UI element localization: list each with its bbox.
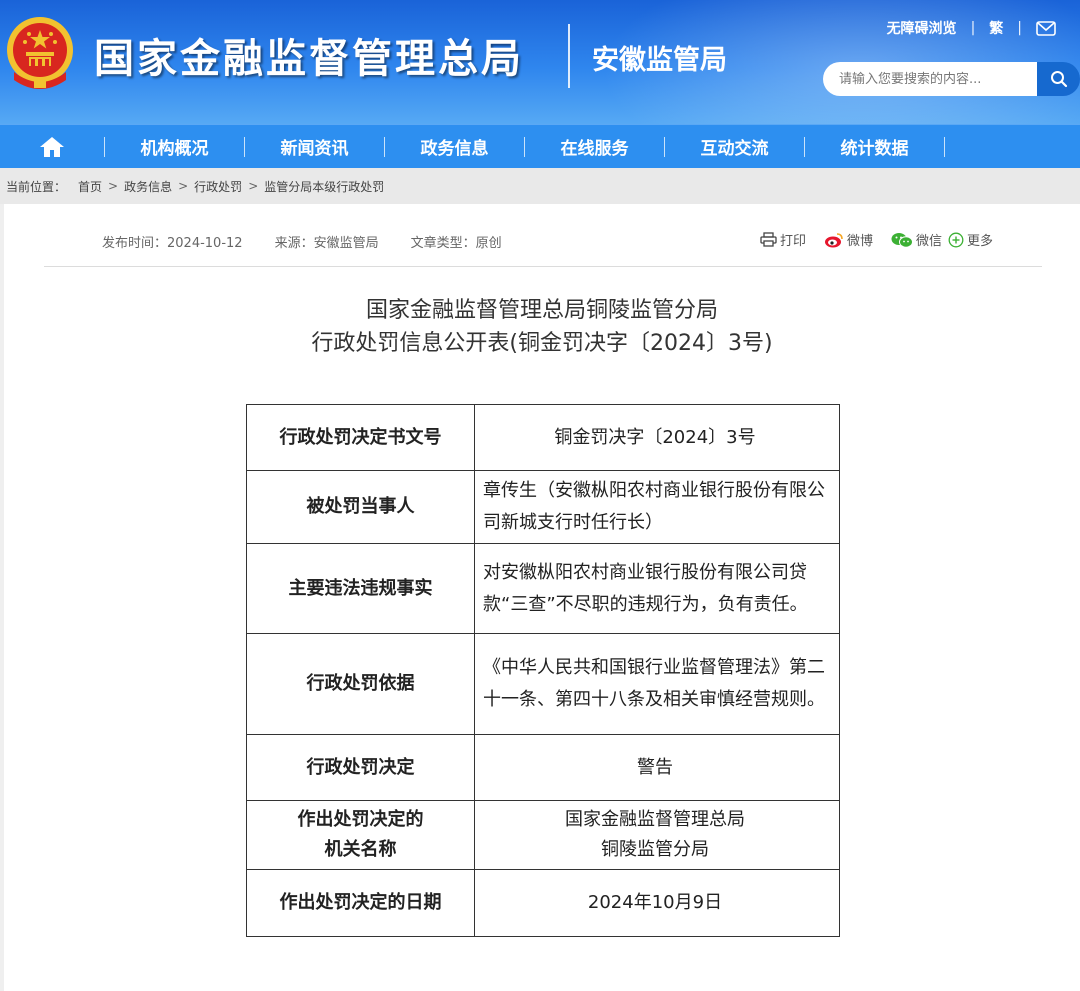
table-row: 作出处罚决定的 机关名称 国家金融监督管理总局 铜陵监管分局 (246, 800, 840, 870)
nav-item-news[interactable]: 新闻资讯 (245, 125, 384, 169)
table-key: 被处罚当事人 (246, 470, 475, 544)
table-key: 行政处罚依据 (246, 633, 475, 735)
table-key-line: 机关名称 (324, 839, 397, 860)
article-title-line1: 国家金融监督管理总局铜陵监管分局 (365, 298, 718, 323)
mail-icon[interactable] (1036, 20, 1056, 36)
article-title-line2: 行政处罚信息公开表(铜金罚决字〔2024〕3号) (311, 331, 773, 356)
table-key: 行政处罚决定 (246, 734, 475, 801)
sub-title: 安徽监管局 (592, 45, 727, 76)
table-row: 被处罚当事人 章传生（安徽枞阳农村商业银行股份有限公司新城支行时任行长） (246, 470, 840, 544)
share-bar: 打印 微博 微信 更多 (760, 230, 993, 249)
breadcrumb: 当前位置： 首页 > 政务信息 > 行政处罚 > 监管分局本级行政处罚 (0, 168, 1080, 204)
title-divider (568, 24, 570, 88)
table-key: 作出处罚决定的 机关名称 (246, 800, 475, 870)
article-container: 发布时间：2024-10-12 来源：安徽监管局 文章类型：原创 打印 微博 微… (4, 204, 1080, 991)
link-separator: | (970, 20, 976, 36)
search-bar (823, 62, 1080, 96)
table-row: 行政处罚决定 警告 (246, 734, 840, 801)
breadcrumb-separator: > (178, 179, 189, 193)
table-value: 国家金融监督管理总局 铜陵监管分局 (474, 800, 840, 870)
search-input[interactable] (823, 62, 1037, 96)
home-icon (40, 136, 64, 157)
breadcrumb-separator: > (248, 179, 259, 193)
table-key: 作出处罚决定的日期 (246, 869, 475, 937)
link-separator: | (1017, 20, 1022, 36)
meta-divider (44, 266, 1042, 267)
print-label: 打印 (780, 234, 807, 249)
table-row: 行政处罚依据 《中华人民共和国银行业监督管理法》第二十一条、第四十八条及相关审慎… (246, 633, 840, 735)
national-emblem-icon (7, 17, 73, 89)
table-key: 主要违法违规事实 (246, 543, 475, 634)
table-value: 2024年10月9日 (474, 869, 840, 937)
plus-circle-icon (948, 232, 964, 247)
nav-divider (944, 136, 945, 157)
wechat-share-button[interactable]: 微信 (891, 230, 942, 249)
table-key-line: 作出处罚决定的 (297, 809, 424, 830)
search-button[interactable] (1037, 62, 1080, 96)
more-share-button[interactable]: 更多 (948, 230, 993, 249)
table-value-line: 国家金融监督管理总局 (565, 809, 745, 830)
table-value-line: 铜陵监管分局 (601, 839, 709, 860)
site-title: 国家金融监督管理总局 (94, 36, 524, 82)
article-meta: 发布时间：2024-10-12 来源：安徽监管局 文章类型：原创 (102, 232, 502, 251)
weibo-share-button[interactable]: 微博 (824, 230, 873, 249)
top-links: 无障碍浏览 | 繁 | (887, 18, 1056, 38)
nav-item-about[interactable]: 机构概况 (105, 125, 244, 169)
article-title: 国家金融监督管理总局铜陵监管分局 行政处罚信息公开表(铜金罚决字〔2024〕3号… (4, 294, 1080, 360)
table-row: 行政处罚决定书文号 铜金罚决字〔2024〕3号 (246, 404, 840, 471)
article-type: 文章类型：原创 (410, 236, 502, 251)
table-value: 铜金罚决字〔2024〕3号 (474, 404, 840, 471)
breadcrumb-gov-info[interactable]: 政务信息 (124, 178, 172, 195)
weibo-label: 微博 (847, 234, 874, 249)
nav-item-online-service[interactable]: 在线服务 (525, 125, 664, 169)
table-row: 主要违法违规事实 对安徽枞阳农村商业银行股份有限公司贷款“三查”不尽职的违规行为… (246, 543, 840, 634)
printer-icon (760, 232, 777, 247)
table-value: 对安徽枞阳农村商业银行股份有限公司贷款“三查”不尽职的违规行为，负有责任。 (474, 543, 840, 634)
penalty-info-table: 行政处罚决定书文号 铜金罚决字〔2024〕3号 被处罚当事人 章传生（安徽枞阳农… (246, 404, 840, 937)
table-value: 《中华人民共和国银行业监督管理法》第二十一条、第四十八条及相关审慎经营规则。 (474, 633, 840, 735)
breadcrumb-penalty[interactable]: 行政处罚 (194, 178, 242, 195)
main-nav: 机构概况 新闻资讯 政务信息 在线服务 互动交流 统计数据 (0, 124, 1080, 168)
table-key: 行政处罚决定书文号 (246, 404, 475, 471)
breadcrumb-separator: > (108, 179, 119, 193)
more-label: 更多 (967, 234, 994, 249)
article-source: 来源：安徽监管局 (274, 236, 379, 251)
nav-item-statistics[interactable]: 统计数据 (805, 125, 944, 169)
nav-item-gov-info[interactable]: 政务信息 (385, 125, 524, 169)
print-button[interactable]: 打印 (760, 230, 806, 249)
table-value: 警告 (474, 734, 840, 801)
site-header: 国家金融监督管理总局 安徽监管局 无障碍浏览 | 繁 | (0, 0, 1080, 124)
publish-time: 发布时间：2024-10-12 (102, 236, 243, 251)
breadcrumb-home[interactable]: 首页 (78, 178, 102, 195)
traditional-chinese-link[interactable]: 繁 (989, 18, 1003, 38)
wechat-icon (891, 232, 914, 248)
weibo-icon (825, 232, 843, 247)
search-icon (1050, 71, 1067, 88)
breadcrumb-prefix: 当前位置： (6, 179, 67, 194)
wechat-label: 微信 (916, 234, 943, 249)
nav-item-interaction[interactable]: 互动交流 (665, 125, 804, 169)
nav-home[interactable] (0, 125, 104, 169)
table-row: 作出处罚决定的日期 2024年10月9日 (246, 869, 840, 937)
breadcrumb-branch-penalty[interactable]: 监管分局本级行政处罚 (264, 178, 384, 195)
table-value: 章传生（安徽枞阳农村商业银行股份有限公司新城支行时任行长） (474, 470, 840, 544)
accessible-browse-link[interactable]: 无障碍浏览 (887, 18, 957, 38)
